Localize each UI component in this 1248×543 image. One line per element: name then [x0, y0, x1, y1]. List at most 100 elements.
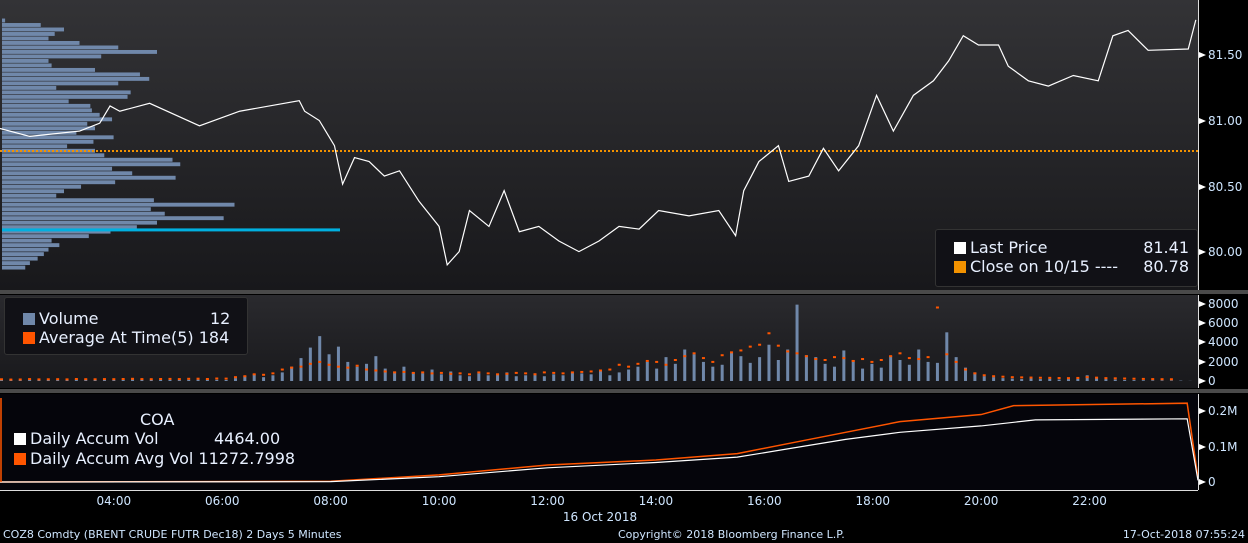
avg-at-time-dot	[318, 360, 322, 363]
avg-at-time-dot	[1132, 377, 1136, 380]
avg-at-time-dot	[215, 377, 219, 380]
avg-at-time-dot	[140, 378, 144, 381]
avg-at-time-dot	[898, 352, 902, 355]
coa-panel: COA Daily Accum Vol 4464.00 Daily Accum A…	[0, 394, 1198, 490]
avg-at-time-dot	[196, 377, 200, 380]
accum-swatch	[14, 433, 26, 445]
panel-resize-handle[interactable]	[0, 290, 1248, 294]
volume-profile-bar	[2, 193, 57, 198]
volume-bar	[1020, 379, 1024, 381]
avg-at-time-dot	[1113, 377, 1117, 380]
volume-bar	[692, 354, 696, 381]
volume-bar	[655, 368, 659, 381]
point-of-control-line	[2, 228, 340, 232]
volume-profile-bar	[2, 238, 52, 243]
volume-bar	[1151, 380, 1155, 381]
volume-bar	[1076, 378, 1080, 381]
volume-bar	[758, 357, 762, 381]
avg-at-time-dot	[542, 371, 546, 374]
avg-at-time-dot	[514, 371, 518, 374]
volume-bar	[1104, 379, 1108, 381]
price-tick: 81.50	[1198, 48, 1243, 62]
panel-resize-handle[interactable]	[0, 389, 1248, 393]
volume-bar	[898, 360, 902, 381]
volume-profile-bar	[2, 23, 41, 27]
close-swatch	[954, 261, 966, 273]
avg-at-time-dot	[617, 363, 621, 366]
avg-at-time-dot	[758, 343, 762, 346]
volume-bar	[1038, 379, 1042, 381]
avg-at-time-dot	[1151, 378, 1155, 381]
volume-bar	[402, 366, 406, 381]
avg-at-time-dot	[561, 372, 565, 375]
volume-profile-bar	[2, 121, 88, 126]
time-tick: 16:00	[747, 494, 782, 508]
avg-at-time-dot	[1048, 376, 1052, 379]
volume-bar	[477, 373, 481, 381]
avg-at-time-dot	[1038, 376, 1042, 379]
avg-at-time-dot	[439, 371, 443, 374]
coa-tick: 0	[1199, 475, 1216, 489]
volume-bar	[739, 356, 743, 381]
avg-at-time-dot	[0, 378, 3, 381]
volume-value: 12	[210, 309, 231, 328]
avg-at-time-dot	[168, 377, 172, 380]
volume-bar	[795, 304, 799, 381]
volume-bar	[177, 380, 181, 381]
avg-at-time-dot	[945, 353, 949, 356]
avg-at-time-dot	[1010, 376, 1014, 379]
volume-bar	[1132, 380, 1136, 381]
volume-bar	[421, 373, 425, 381]
volume-profile-bar	[2, 184, 82, 189]
avg-at-time-dot	[271, 372, 275, 375]
avg-at-time-dot	[177, 378, 181, 381]
volume-profile-bar	[2, 171, 133, 176]
volume-bar	[56, 380, 60, 381]
avg-at-time-dot	[1001, 375, 1005, 378]
time-tick: 12:00	[530, 494, 565, 508]
volume-bar	[870, 363, 874, 381]
avg-at-time-dot	[655, 360, 659, 363]
avg-at-time-dot	[84, 378, 88, 381]
volume-bar	[224, 379, 228, 381]
avg-at-time-dot	[861, 358, 865, 361]
volume-bar	[617, 372, 621, 381]
volume-profile-bar	[2, 27, 64, 32]
volume-profile-bar	[2, 256, 38, 261]
volume-bar	[552, 374, 556, 381]
volume-label: Volume	[39, 309, 99, 328]
volume-bar	[701, 361, 705, 381]
avg-swatch	[23, 332, 35, 344]
avg-at-time-dot	[795, 352, 799, 355]
last-price-label: Last Price	[970, 238, 1048, 257]
avg-at-time-dot	[917, 358, 921, 361]
volume-bar	[832, 366, 836, 381]
volume-bar	[102, 379, 106, 381]
volume-bar	[467, 376, 471, 381]
volume-profile-bar	[2, 189, 64, 194]
volume-bar	[430, 369, 434, 381]
volume-tick: 8000	[1199, 297, 1239, 311]
volume-profile-bar	[2, 198, 154, 203]
volume-bar	[580, 373, 584, 381]
avg-at-time-dot	[496, 373, 500, 376]
avg-at-time-dot	[879, 359, 883, 361]
avg-at-time-dot	[458, 372, 462, 375]
volume-bar	[1001, 378, 1005, 381]
avg-at-time-dot	[973, 372, 977, 375]
volume-panel: Volume 12 Average At Time(5) 184	[0, 295, 1198, 388]
avg-at-time-dot	[56, 378, 60, 381]
avg-at-time-dot	[645, 359, 649, 362]
avg-at-time-dot	[290, 366, 294, 369]
avg-at-time-dot	[1057, 377, 1061, 380]
volume-bar	[159, 379, 163, 381]
time-tick: 20:00	[963, 494, 999, 508]
avg-at-time-dot	[832, 356, 836, 359]
avg-at-time-dot	[355, 364, 359, 367]
volume-profile-bar	[2, 85, 57, 90]
avg-at-time-dot	[308, 362, 312, 365]
volume-bar	[252, 374, 256, 381]
volume-profile-bar	[2, 18, 6, 23]
volume-profile-bar	[2, 265, 26, 270]
avg-at-time-dot	[1123, 377, 1127, 380]
